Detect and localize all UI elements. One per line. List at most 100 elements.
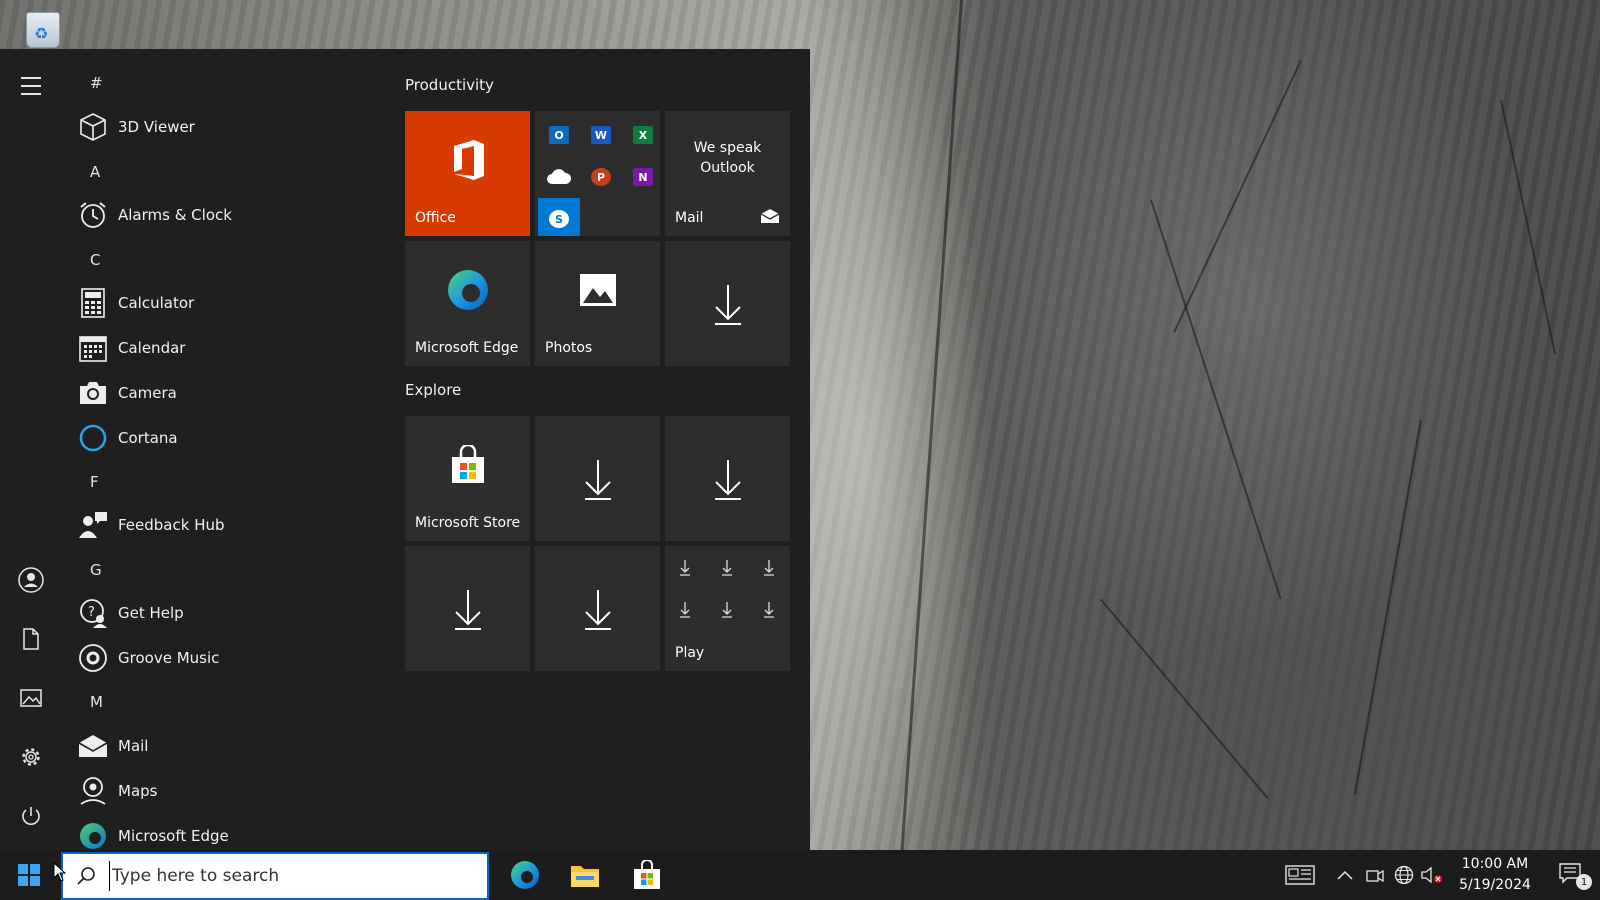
taskbar-edge-button[interactable] — [500, 850, 550, 900]
app-list: # 3D Viewer A Alarms & Clock C Calculato… — [62, 49, 392, 850]
user-avatar-icon — [18, 567, 44, 593]
group-title-explore[interactable]: Explore — [405, 381, 461, 399]
calculator-icon — [81, 288, 105, 318]
app-item-mail[interactable]: Mail — [78, 726, 378, 766]
cortana-icon — [79, 424, 107, 452]
onedrive-icon — [543, 161, 575, 193]
action-center-button[interactable]: 1 — [1548, 850, 1596, 900]
app-item-camera[interactable]: Camera — [78, 373, 378, 413]
tile-office[interactable]: Office — [405, 111, 530, 236]
edge-icon — [447, 269, 488, 310]
tile-download-placeholder[interactable] — [665, 241, 790, 366]
app-label: Cortana — [118, 429, 178, 447]
app-label: Groove Music — [118, 649, 220, 667]
app-group-letter[interactable]: C — [90, 251, 100, 269]
app-item-3d-viewer[interactable]: 3D Viewer — [78, 107, 378, 147]
group-title-productivity[interactable]: Productivity — [405, 76, 494, 94]
app-item-alarms-clock[interactable]: Alarms & Clock — [78, 195, 378, 235]
powerpoint-icon: P — [585, 161, 617, 193]
pictures-icon — [20, 689, 42, 707]
word-icon: W — [585, 119, 617, 151]
outlook-icon-letter: O — [549, 126, 569, 144]
tile-mail[interactable]: We speak Outlook Mail — [665, 111, 790, 236]
tile-download-placeholder[interactable] — [665, 416, 790, 541]
store-icon — [634, 860, 660, 889]
network-button[interactable] — [1391, 850, 1417, 900]
pictures-button[interactable] — [14, 681, 48, 715]
notification-count-badge: 1 — [1576, 874, 1592, 890]
tile-download-placeholder[interactable] — [405, 546, 530, 671]
skype-icon-letter: S — [549, 210, 569, 228]
app-label: Calendar — [118, 339, 186, 357]
download-icon — [714, 284, 741, 325]
windows-logo-icon — [18, 864, 40, 886]
download-icon — [454, 589, 481, 630]
app-item-feedback-hub[interactable]: Feedback Hub — [78, 505, 378, 545]
tile-play-folder[interactable]: Play — [665, 546, 790, 671]
settings-button[interactable] — [14, 740, 48, 774]
svg-text:?: ? — [88, 605, 95, 620]
app-item-calendar[interactable]: Calendar — [78, 328, 378, 368]
taskbar-store-button[interactable] — [622, 850, 672, 900]
tile-download-placeholder[interactable] — [535, 546, 660, 671]
app-item-get-help[interactable]: ? Get Help — [78, 593, 378, 633]
edge-icon — [511, 861, 539, 889]
document-icon — [23, 628, 39, 650]
news-widget-button[interactable] — [1282, 850, 1318, 900]
outlook-icon: O — [543, 119, 575, 151]
taskbar-clock[interactable]: 10:00 AM 5/19/2024 — [1440, 854, 1550, 896]
excel-icon-letter: X — [633, 126, 653, 144]
app-label: 3D Viewer — [118, 118, 195, 136]
app-group-letter[interactable]: M — [90, 693, 103, 711]
meet-now-button[interactable] — [1362, 850, 1388, 900]
clock-date: 5/19/2024 — [1459, 877, 1531, 893]
app-item-groove-music[interactable]: Groove Music — [78, 638, 378, 678]
tile-label: Photos — [545, 340, 593, 356]
app-item-maps[interactable]: Maps — [78, 771, 378, 811]
onenote-icon: N — [627, 161, 659, 193]
excel-icon: X — [627, 119, 659, 151]
edge-icon — [80, 823, 106, 849]
download-icon — [584, 459, 611, 500]
calendar-icon — [79, 336, 107, 362]
documents-button[interactable] — [14, 622, 48, 656]
app-group-letter[interactable]: G — [90, 561, 102, 579]
power-button[interactable] — [14, 799, 48, 833]
show-hidden-icons-button[interactable] — [1332, 850, 1358, 900]
tile-microsoft-store[interactable]: Microsoft Store — [405, 416, 530, 541]
powerpoint-icon-letter: P — [591, 168, 611, 186]
app-group-letter[interactable]: A — [90, 163, 100, 181]
download-icon — [714, 459, 741, 500]
app-item-microsoft-edge[interactable]: Microsoft Edge — [78, 816, 378, 850]
app-item-cortana[interactable]: Cortana — [78, 418, 378, 458]
download-icon-grid — [680, 560, 774, 618]
news-icon — [1285, 865, 1315, 885]
recycle-bin-icon[interactable]: ♻ — [20, 8, 66, 48]
app-label: Feedback Hub — [118, 516, 225, 534]
app-group-letter[interactable]: F — [90, 473, 99, 491]
start-button[interactable] — [0, 850, 58, 900]
tile-photos[interactable]: Photos — [535, 241, 660, 366]
mail-icon — [78, 735, 108, 757]
user-account-button[interactable] — [14, 563, 48, 597]
alarm-clock-icon — [80, 202, 106, 228]
photos-icon — [579, 273, 616, 306]
search-input[interactable] — [109, 861, 469, 891]
app-label: Microsoft Edge — [118, 827, 229, 845]
store-icon — [451, 444, 484, 483]
tile-microsoft-edge[interactable]: Microsoft Edge — [405, 241, 530, 366]
tile-office-apps-folder[interactable]: O W X P N S — [535, 111, 660, 236]
onenote-icon-letter: N — [633, 168, 653, 186]
expand-menu-button[interactable] — [14, 69, 48, 103]
folder-icon — [571, 866, 599, 887]
globe-icon — [1394, 865, 1414, 885]
tile-download-placeholder[interactable] — [535, 416, 660, 541]
tile-label: Office — [415, 210, 456, 226]
taskbar: 10:00 AM 5/19/2024 1 — [0, 850, 1600, 900]
app-item-calculator[interactable]: Calculator — [78, 283, 378, 323]
app-group-letter[interactable]: # — [90, 74, 103, 92]
search-box[interactable] — [61, 852, 489, 900]
mail-tile-text: We speak Outlook — [693, 140, 762, 176]
tile-label: Play — [675, 645, 705, 661]
taskbar-file-explorer-button[interactable] — [560, 850, 610, 900]
